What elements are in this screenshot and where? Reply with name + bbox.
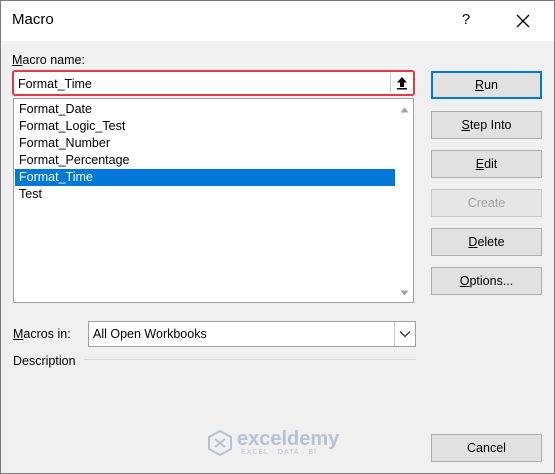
listbox-scrollbar[interactable] [396, 99, 413, 302]
delete-button[interactable]: Delete [431, 228, 542, 256]
macro-list-item[interactable]: Format_Logic_Test [15, 118, 395, 135]
macro-list-item[interactable]: Format_Percentage [15, 152, 395, 169]
exceldemy-watermark: exceldemy EXCEL · DATA · BI [207, 428, 357, 458]
macros-in-select[interactable]: All Open Workbooks [88, 321, 416, 347]
scroll-up-arrow-icon[interactable] [396, 101, 413, 118]
scroll-down-arrow-icon[interactable] [396, 284, 413, 301]
macros-in-value: All Open Workbooks [93, 327, 207, 341]
chevron-down-icon[interactable] [394, 322, 415, 346]
macro-listbox[interactable]: Format_Date Format_Logic_Test Format_Numbe… [13, 98, 414, 303]
description-label: Description [13, 354, 76, 368]
step-into-button[interactable]: Step Into [431, 111, 542, 139]
upload-arrow-icon [396, 77, 407, 90]
options-button[interactable]: Options... [431, 267, 542, 295]
watermark-tagline: EXCEL · DATA · BI [241, 449, 317, 456]
description-divider [84, 359, 416, 360]
dialog-title: Macro [12, 11, 54, 28]
create-button[interactable]: Create [431, 189, 542, 217]
macro-dialog: Macro ? Macro name: Format_DateFormat_Lo… [0, 0, 555, 474]
macro-list-item[interactable]: Format_Time [15, 169, 395, 186]
help-button[interactable]: ? [456, 8, 476, 32]
watermark-name: exceldemy [237, 428, 340, 450]
close-button[interactable] [509, 8, 537, 34]
macro-list-item[interactable]: Format_Number [15, 135, 395, 152]
exceldemy-logo-icon [208, 430, 232, 456]
macro-list-item[interactable]: Format_Date [15, 101, 395, 118]
run-button[interactable]: Run [431, 71, 542, 99]
cancel-button[interactable]: Cancel [431, 434, 542, 462]
collapse-dialog-button[interactable] [390, 73, 412, 93]
macros-in-label: Macros in: [13, 327, 71, 341]
macro-list: Format_Date Format_Logic_Test Format_Numbe… [15, 101, 395, 203]
title-bar: Macro ? [1, 1, 554, 41]
macro-name-field[interactable] [12, 70, 415, 96]
macro-name-label: Macro name: [12, 53, 85, 67]
macro-name-input[interactable] [17, 75, 388, 93]
close-icon [516, 14, 530, 28]
edit-button[interactable]: Edit [431, 150, 542, 178]
macro-list-item[interactable]: Test [15, 186, 395, 203]
